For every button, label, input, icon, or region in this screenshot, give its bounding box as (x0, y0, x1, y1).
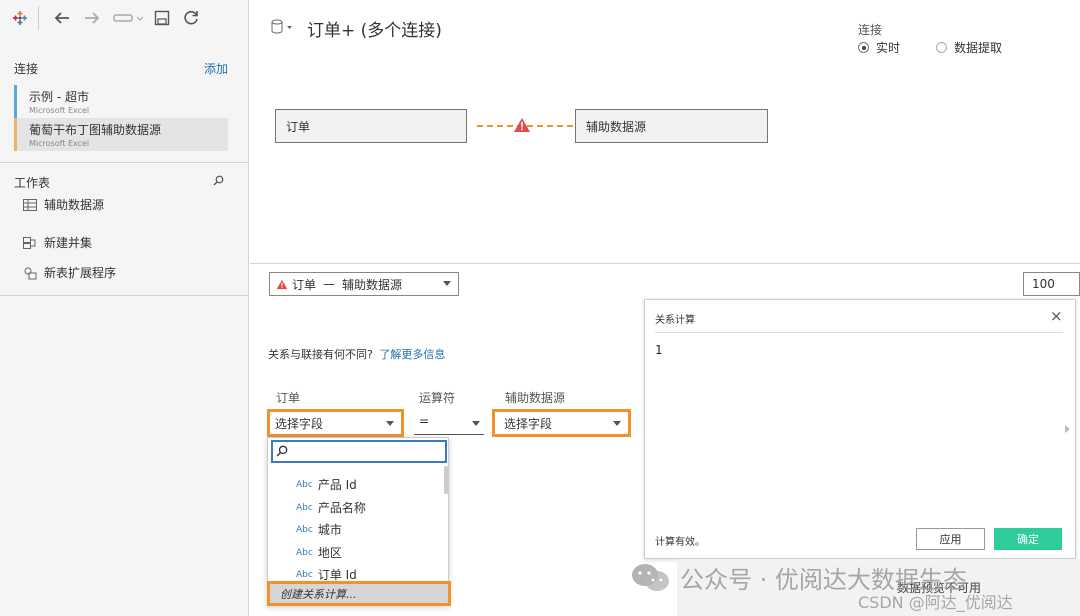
worksheet-item-label: 新表扩展程序 (44, 266, 117, 280)
union-icon (22, 236, 38, 250)
field-name: 产品 Id (317, 478, 357, 492)
connection-item-auxiliary[interactable]: 葡萄干布丁图辅助数据源 Microsoft Excel (14, 118, 228, 151)
extension-icon (22, 266, 38, 280)
sidebar-divider (0, 295, 249, 296)
worksheet-item-label: 新建并集 (44, 236, 93, 250)
connection-mode-label: 连接 (858, 23, 883, 37)
connection-item-superstore[interactable]: 示例 - 超市 Microsoft Excel (14, 85, 228, 118)
worksheet-header: 工作表 (14, 176, 51, 190)
field-name: 地区 (317, 546, 342, 560)
chevron-down-icon (443, 281, 451, 286)
field-item[interactable]: Abc 地区 (296, 544, 342, 561)
string-type-icon: Abc (296, 479, 313, 490)
dialog-title: 关系计算 (655, 315, 695, 326)
learn-more-link[interactable]: 了解更多信息 (379, 348, 445, 361)
apply-button[interactable]: 应用 (916, 528, 985, 550)
selector-right-table: 辅助数据源 (342, 277, 403, 292)
worksheet-item-auxiliary[interactable]: 辅助数据源 (22, 196, 104, 213)
datasource-icon[interactable] (270, 19, 294, 38)
calc-expression-editor[interactable]: 1 (655, 343, 662, 357)
selector-left-table: 订单 (292, 277, 317, 292)
field-item[interactable]: Abc 产品 Id (296, 476, 357, 493)
table-box-label: 辅助数据源 (586, 119, 647, 134)
relationship-selector[interactable]: 订单 — 辅助数据源 (269, 272, 459, 296)
radio-unchecked-icon (936, 42, 947, 53)
watermark-sub: CSDN @阿达_优阅达 (858, 593, 1013, 612)
string-type-icon: Abc (296, 547, 313, 558)
string-type-icon: Abc (296, 569, 313, 580)
operator-value: = (419, 414, 430, 428)
worksheet-item-label: 辅助数据源 (44, 198, 105, 212)
operator-select[interactable]: = (414, 414, 484, 435)
table-box-auxiliary[interactable]: 辅助数据源 (575, 109, 768, 143)
string-type-icon: Abc (296, 524, 313, 535)
connection-name: 示例 - 超市 (29, 90, 89, 104)
add-connection-link[interactable]: 添加 (204, 60, 228, 77)
search-icon (276, 445, 288, 457)
selector-separator: — (323, 277, 336, 291)
radio-extract[interactable]: 数据提取 (936, 39, 1002, 56)
calc-status: 计算有效。 (655, 537, 705, 548)
datasource-title[interactable]: 订单+ (多个连接) (307, 16, 442, 41)
warning-icon[interactable] (513, 117, 531, 136)
field-name: 城市 (317, 523, 342, 537)
search-icon[interactable] (213, 175, 224, 189)
chevron-down-icon (386, 421, 394, 426)
right-field-value: 选择字段 (504, 416, 553, 431)
save-icon[interactable] (152, 8, 172, 28)
sidebar-divider (0, 162, 249, 163)
redo-menu-icon[interactable] (112, 8, 144, 28)
field-name: 产品名称 (317, 501, 366, 515)
column-header-left: 订单 (276, 391, 301, 405)
string-type-icon: Abc (296, 502, 313, 513)
connection-name: 葡萄干布丁图辅助数据源 (29, 123, 162, 137)
refresh-icon[interactable] (181, 8, 201, 28)
connection-type: Microsoft Excel (29, 106, 90, 115)
field-item[interactable]: Abc 城市 (296, 521, 342, 538)
table-box-label: 订单 (286, 119, 311, 134)
connection-type: Microsoft Excel (29, 139, 90, 148)
radio-extract-label: 数据提取 (954, 41, 1003, 55)
wechat-icon (632, 563, 669, 591)
create-relationship-calc[interactable]: 创建关系计算... (267, 581, 451, 606)
radio-checked-icon (858, 42, 869, 53)
close-icon[interactable]: × (1050, 309, 1063, 324)
worksheet-item-table-extension[interactable]: 新表扩展程序 (22, 264, 116, 281)
field-search-input[interactable] (271, 440, 447, 463)
column-header-right: 辅助数据源 (505, 391, 566, 405)
ok-button[interactable]: 确定 (994, 528, 1062, 550)
chevron-down-icon (472, 421, 480, 426)
right-field-select[interactable]: 选择字段 (492, 409, 631, 437)
worksheet-item-new-union[interactable]: 新建并集 (22, 234, 92, 251)
column-header-operator: 运算符 (419, 391, 456, 405)
tableau-logo-icon[interactable] (10, 8, 30, 28)
sidebar: 连接 添加 示例 - 超市 Microsoft Excel 葡萄干布丁图辅助数据… (0, 0, 249, 616)
toolbar-divider (38, 6, 39, 30)
radio-live[interactable]: 实时 (858, 39, 900, 56)
left-field-value: 选择字段 (275, 416, 324, 431)
connections-header: 连接 (14, 62, 39, 76)
table-box-orders[interactable]: 订单 (275, 109, 467, 143)
forward-arrow-icon[interactable] (82, 8, 102, 28)
expand-arrow-icon[interactable] (1065, 425, 1070, 433)
left-field-select[interactable]: 选择字段 (267, 409, 404, 437)
chevron-down-icon (613, 421, 621, 426)
dialog-divider (655, 332, 1063, 333)
scrollbar-thumb[interactable] (444, 466, 449, 494)
field-item[interactable]: Abc 产品名称 (296, 499, 366, 516)
back-arrow-icon[interactable] (52, 8, 72, 28)
radio-live-label: 实时 (876, 41, 901, 55)
warning-icon (276, 279, 288, 289)
table-icon (22, 198, 38, 212)
calculation-dialog: 关系计算 × 1 计算有效。 应用 确定 (644, 299, 1076, 559)
field-list-popup: Abc 产品 Id Abc 产品名称 Abc 城市 Abc 地区 Abc 订单 … (267, 437, 451, 606)
help-question: 关系与联接有何不同? (268, 348, 373, 361)
rows-input[interactable]: 100 (1023, 272, 1080, 296)
help-text: 关系与联接有何不同? 了解更多信息 (268, 346, 445, 362)
